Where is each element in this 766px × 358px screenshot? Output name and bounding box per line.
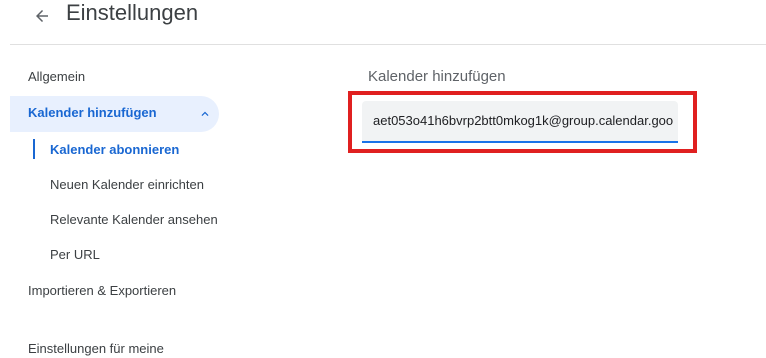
page-title: Einstellungen (66, 0, 199, 25)
sidebar-item-kalender-hinzufuegen[interactable]: Kalender hinzufügen (10, 96, 219, 132)
sidebar-subitem-relevante-kalender[interactable]: Relevante Kalender ansehen (50, 211, 218, 229)
active-indicator (33, 139, 35, 159)
arrow-back-icon (36, 10, 48, 22)
sidebar-item-allgemein[interactable]: Allgemein (28, 68, 85, 86)
section-title: Kalender hinzufügen (368, 68, 506, 85)
chevron-up-icon (201, 111, 209, 116)
header: Einstellungen (0, 0, 766, 44)
sidebar-item-label: Kalender hinzufügen (28, 105, 157, 120)
sidebar-subitem-kalender-abonnieren[interactable]: Kalender abonnieren (50, 141, 179, 159)
highlight-box (348, 91, 697, 153)
back-button[interactable] (28, 2, 56, 30)
header-divider (10, 44, 766, 45)
sidebar-item-einstellungen-fuer-meine[interactable]: Einstellungen für meine (28, 340, 164, 358)
sidebar-subitem-per-url[interactable]: Per URL (50, 246, 100, 264)
sidebar-subitem-neuen-kalender[interactable]: Neuen Kalender einrichten (50, 176, 204, 194)
sidebar-item-importieren-exportieren[interactable]: Importieren & Exportieren (28, 282, 176, 300)
